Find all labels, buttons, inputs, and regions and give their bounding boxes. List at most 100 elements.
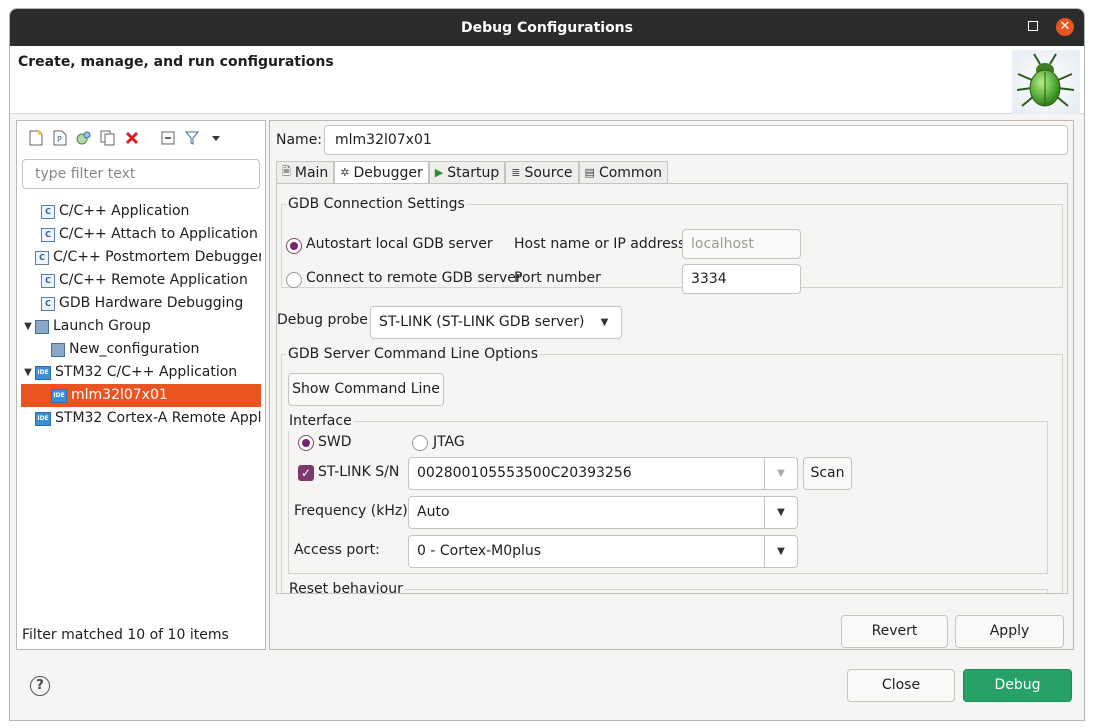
window-title: Debug Configurations [461,19,633,36]
show-command-line-button[interactable]: Show Command Line [288,373,444,406]
scan-button[interactable]: Scan [803,457,852,490]
chevron-down-icon: ▼ [764,536,797,567]
tree-item-label: C/C++ Attach to Application [59,226,258,242]
frequency-label: Frequency (kHz): [294,503,413,519]
jtag-label: JTAG [433,434,465,450]
tree-item-label: C/C++ Remote Application [59,272,248,288]
tree-item[interactable]: C C/C++ Attach to Application [21,223,261,246]
tree-item[interactable]: C C/C++ Postmortem Debugger [21,246,261,269]
frequency-select[interactable]: Auto ▼ [408,496,798,529]
title-bar: Debug Configurations ✕ [10,9,1084,46]
svg-text:P: P [57,135,62,144]
filter-icon[interactable] [183,129,201,147]
c-config-icon: C [41,273,55,288]
stlink-sn-checkbox[interactable]: ✓ [298,465,314,481]
tree-item[interactable]: ▼ IDE STM32 C/C++ Application [21,361,261,384]
tab-debugger[interactable]: ✲ Debugger [334,161,429,183]
configuration-tree: C C/C++ Application C C/C++ Attach to Appli… [21,200,261,620]
tree-item[interactable]: New_configuration [21,338,261,361]
expand-arrow-icon[interactable]: ▼ [21,315,35,338]
tab-startup[interactable]: ▶ Startup [428,161,506,183]
view-menu-icon[interactable] [207,129,225,147]
tab-source[interactable]: ≣ Source [505,161,579,183]
c-config-icon: C [41,204,55,219]
launch-group-icon [51,342,65,357]
tree-item-label: C/C++ Application [59,203,190,219]
stlink-sn-label: ST-LINK S/N [318,464,400,480]
host-field[interactable]: localhost [682,229,801,259]
host-label: Host name or IP address [514,236,686,252]
stlink-sn-value: 002800105553500C20393256 [417,465,632,481]
duplicate-config-icon[interactable] [99,129,117,147]
header-title: Create, manage, and run configurations [18,54,334,70]
ide-icon: IDE [51,388,67,403]
close-window-icon[interactable]: ✕ [1056,18,1074,36]
debug-probe-select[interactable]: ST-LINK (ST-LINK GDB server) ▼ [370,306,622,339]
filter-input[interactable]: type filter text [22,159,260,189]
tree-item-label: mlm32l07x01 [71,387,168,403]
chevron-down-icon: ▼ [764,458,797,489]
autostart-radio[interactable] [286,238,302,254]
config-tabs: 🗎 Main ✲ Debugger ▶ Startup ≣ Source ▤ Common [276,161,669,183]
reset-group: Reset behaviour [287,579,1048,593]
server-options-title: GDB Server Command Line Options [286,344,541,364]
interface-title: Interface [287,411,354,431]
delete-config-icon[interactable] [123,129,141,147]
new-prototype-icon[interactable]: P [51,129,69,147]
collapse-all-icon[interactable] [159,129,177,147]
expand-arrow-icon[interactable]: ▼ [21,361,35,384]
swd-radio[interactable] [298,435,314,451]
tree-item[interactable]: C C/C++ Remote Application [21,269,261,292]
debugger-tab-body: GDB Connection Settings Autostart local … [276,183,1068,594]
startup-tab-icon: ▶ [434,166,444,179]
tree-item[interactable]: IDE mlm32l07x01 [21,384,261,407]
tab-label: Debugger [353,164,423,181]
maximize-icon[interactable] [1028,21,1038,31]
config-toolbar: P [27,127,225,149]
tab-label: Startup [447,164,500,181]
ide-icon: IDE [35,365,51,380]
autostart-label: Autostart local GDB server [306,236,493,252]
c-config-icon: C [41,296,55,311]
source-tab-icon: ≣ [511,166,521,179]
chevron-down-icon: ▼ [600,317,609,328]
reset-title: Reset behaviour [287,579,405,593]
access-port-select[interactable]: 0 - Cortex-M0plus ▼ [408,535,798,568]
apply-button[interactable]: Apply [955,615,1064,648]
frequency-value: Auto [417,504,450,520]
name-field[interactable]: mlm32l07x01 [324,125,1068,155]
tree-item[interactable]: C GDB Hardware Debugging [21,292,261,315]
port-field[interactable]: 3334 [682,264,801,294]
configuration-list-panel: P type filter text C C/C++ Application C C/ [16,120,266,650]
tab-label: Main [294,164,329,181]
stlink-sn-select[interactable]: 002800105553500C20393256 ▼ [408,457,798,490]
tree-item[interactable]: C C/C++ Application [21,200,261,223]
tree-item-label: STM32 C/C++ Application [55,364,238,380]
help-icon[interactable]: ? [30,676,50,696]
close-button[interactable]: Close [847,669,955,702]
revert-button[interactable]: Revert [841,615,948,648]
ide-icon: IDE [35,411,51,426]
tree-item[interactable]: ▼ Launch Group [21,315,261,338]
access-port-label: Access port: [294,542,380,558]
main-tab-icon: 🗎 [282,165,291,178]
debugger-tab-icon: ✲ [340,166,350,179]
filter-status: Filter matched 10 of 10 items [22,627,229,643]
debug-button[interactable]: Debug [963,669,1072,702]
new-config-icon[interactable] [27,129,45,147]
tab-common[interactable]: ▤ Common [578,161,669,183]
export-config-icon[interactable] [75,129,93,147]
jtag-radio[interactable] [412,435,428,451]
tree-item-label: C/C++ Postmortem Debugger [53,249,261,265]
chevron-down-icon: ▼ [764,497,797,528]
common-tab-icon: ▤ [584,166,595,179]
configuration-editor-panel: Name: mlm32l07x01 🗎 Main ✲ Debugger ▶ Startup… [269,120,1074,650]
connect-remote-radio[interactable] [286,272,302,288]
tab-main[interactable]: 🗎 Main [276,161,335,183]
tree-item[interactable]: IDE STM32 Cortex-A Remote Appli [21,407,261,430]
tree-item-label: New_configuration [69,341,200,357]
bug-icon [1012,50,1080,114]
name-label: Name: [276,132,323,148]
connect-remote-label: Connect to remote GDB server [306,270,522,286]
launch-group-icon [35,319,49,334]
